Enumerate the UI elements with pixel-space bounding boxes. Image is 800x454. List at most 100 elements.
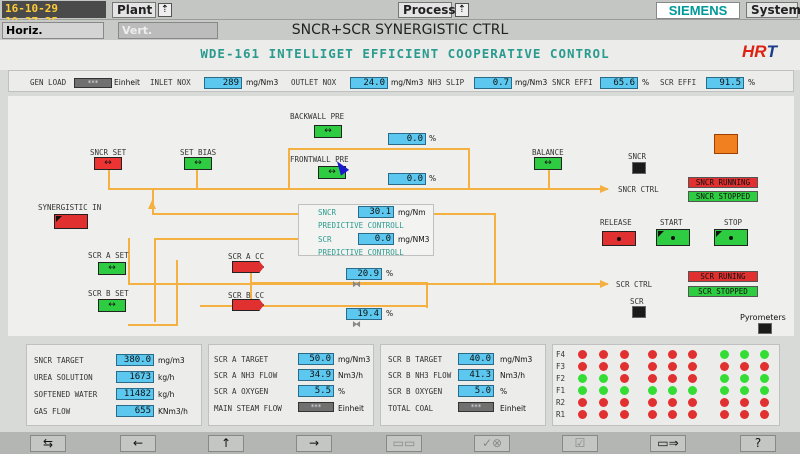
line — [108, 168, 110, 190]
synergistic-in-label: SYNERGISTIC IN — [38, 203, 102, 212]
release-button[interactable] — [602, 231, 636, 246]
led-row-label: F1 — [556, 386, 566, 395]
nh3-slip-unit: mg/Nm3 — [515, 78, 548, 87]
metric-unit: kg/h — [158, 373, 175, 382]
led-row-label: F3 — [556, 362, 566, 371]
release-label: RELEASE — [600, 218, 632, 227]
nh3-slip-label: NH3 SLIP — [428, 78, 465, 87]
burner-led — [578, 386, 587, 395]
scr-a-cc-label: SCR A CC — [228, 252, 265, 261]
print-screen-icon[interactable]: ▭▭ — [386, 435, 422, 452]
frontwall-unit: % — [429, 174, 437, 183]
horiz-hierarchy-button[interactable]: Horiz. hierarchy — [2, 22, 104, 52]
burner-led — [648, 410, 657, 419]
burner-led — [668, 386, 677, 395]
sncr-stopped-status: SNCR STOPPED — [688, 191, 758, 202]
burner-led — [740, 386, 749, 395]
line — [152, 213, 302, 215]
scr-pred-label: SCR — [318, 235, 332, 244]
burner-led — [668, 350, 677, 359]
metric-label: SCR B NH3 FLOW — [388, 371, 452, 380]
swap-button[interactable]: ⇆ — [30, 435, 66, 452]
scr-pred-unit: mg/NM3 — [398, 235, 430, 244]
vert-hierarchy-button[interactable]: Vert. hierarchy — [118, 22, 218, 52]
sncr-set-label: SNCR SET — [90, 148, 127, 157]
line — [128, 238, 130, 284]
burner-led — [740, 410, 749, 419]
scr-a-cc-button[interactable] — [232, 261, 264, 273]
left-button[interactable]: ← — [120, 435, 156, 452]
right-button[interactable]: → — [296, 435, 332, 452]
plant-arrow-icon[interactable]: ⇡ — [158, 3, 172, 17]
help-button[interactable]: ? — [740, 435, 776, 452]
backwall-pre-button[interactable] — [314, 125, 342, 138]
line — [154, 300, 156, 322]
burner-led — [688, 362, 697, 371]
set-bias-button[interactable] — [184, 157, 212, 170]
sncr-pred-unit: mg/Nm — [398, 208, 426, 217]
pyrometers-indicator[interactable] — [758, 323, 772, 334]
burner-led — [620, 374, 629, 383]
burner-led — [720, 374, 729, 383]
scr-b-cc-label: SCR B CC — [228, 291, 265, 300]
metric-unit: mg/m3 — [158, 356, 185, 365]
scr-label: SCR — [630, 297, 644, 306]
start-button[interactable] — [656, 229, 690, 246]
synergistic-in-button[interactable] — [54, 214, 88, 229]
burner-led — [578, 362, 587, 371]
burner-led — [760, 374, 769, 383]
metric-label: SCR B OXYGEN — [388, 387, 443, 396]
metric-value: 5.5 — [298, 385, 334, 397]
main-steam-value: *** — [298, 402, 334, 412]
scr-effi-label: SCR EFFI — [660, 78, 697, 87]
sncr-running-status: SNCR RUNNING — [688, 177, 758, 188]
sncr-effi-label: SNCR EFFI — [552, 78, 593, 87]
line — [176, 260, 178, 324]
stop-label: STOP — [724, 218, 743, 227]
burner-led — [688, 386, 697, 395]
sncr-label: SNCR — [628, 152, 647, 161]
process-arrow-icon[interactable]: ⇡ — [455, 3, 469, 17]
scr-b-set-button[interactable] — [98, 299, 126, 312]
up-button[interactable]: ↑ — [208, 435, 244, 452]
backwall-value: 0.0 — [388, 133, 426, 145]
line — [548, 168, 550, 190]
system-button[interactable]: System — [746, 2, 800, 18]
burner-led — [688, 410, 697, 419]
burner-led — [688, 350, 697, 359]
burner-led — [688, 398, 697, 407]
metric-value: 5.0 — [458, 385, 494, 397]
main-steam-label: MAIN STEAM FLOW — [214, 404, 282, 413]
total-coal-value: *** — [458, 402, 494, 412]
main-steam-unit: Einheit — [338, 404, 364, 413]
burner-led — [688, 374, 697, 383]
acknowledge-icon[interactable]: ✓⊗ — [474, 435, 510, 452]
gen-load-label: GEN LOAD — [30, 78, 67, 87]
led-row-label: F2 — [556, 374, 566, 383]
inlet-nox-unit: mg/Nm3 — [246, 78, 279, 87]
sncr-set-button[interactable] — [94, 157, 122, 170]
valve-icon: ⧓ — [352, 280, 361, 290]
burner-led — [740, 398, 749, 407]
scr-stopped-status: SCR STOPPED — [688, 286, 758, 297]
pyrometers-label: Pyrometers — [740, 313, 786, 322]
checklist-icon[interactable]: ☑ — [562, 435, 598, 452]
scr-b-cc-button[interactable] — [232, 299, 264, 311]
burner-led — [720, 350, 729, 359]
line — [288, 148, 290, 188]
sncr-effi-unit: % — [642, 78, 650, 87]
screen-print-icon[interactable]: ▭⇒ — [650, 435, 686, 452]
set-bias-label: SET BIAS — [180, 148, 217, 157]
scr-a-set-button[interactable] — [98, 262, 126, 275]
burner-led — [720, 410, 729, 419]
balance-button[interactable] — [534, 157, 562, 170]
line — [250, 282, 428, 284]
process-button[interactable]: Process — [398, 2, 456, 18]
alarm-icon[interactable] — [714, 134, 738, 154]
scr-a-value: 20.9 — [346, 268, 382, 280]
led-row-label: R2 — [556, 398, 566, 407]
burner-led — [648, 350, 657, 359]
plant-button[interactable]: Plant — [112, 2, 156, 18]
stop-button[interactable] — [714, 229, 748, 246]
line — [426, 282, 428, 308]
